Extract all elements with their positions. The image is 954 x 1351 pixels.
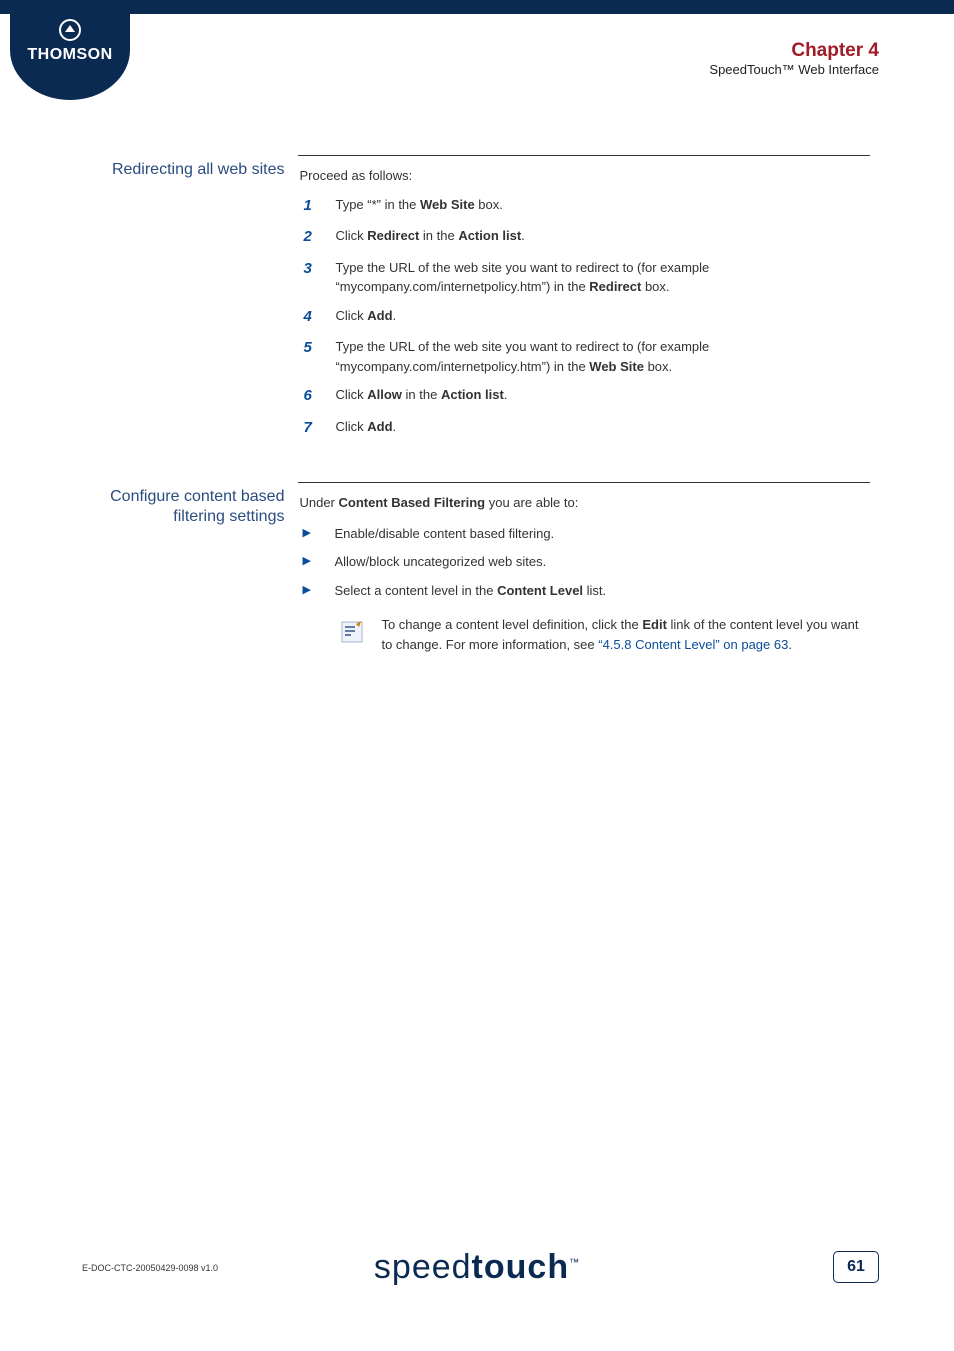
xref-content-level[interactable]: “4.5.8 Content Level” on page 63: [598, 637, 788, 652]
step-text: Click Add.: [334, 305, 867, 335]
section-body-cbf: Under Content Based Filtering you are ab…: [298, 483, 870, 659]
step-text: Type “*” in the Web Site box.: [334, 194, 867, 224]
bullet-arrow-icon: ▶: [301, 523, 331, 550]
section-heading-cbf: Configure content based filtering settin…: [90, 483, 298, 659]
chapter-subtitle: SpeedTouch™ Web Interface: [709, 62, 879, 77]
note-text: To change a content level definition, cl…: [380, 614, 867, 655]
step-number: 3: [301, 257, 332, 303]
brand-badge: THOMSON: [10, 0, 130, 100]
step-number: 5: [301, 336, 332, 382]
step-number: 2: [301, 225, 332, 255]
step-number: 1: [301, 194, 332, 224]
section1-intro: Proceed as follows:: [299, 166, 869, 186]
chapter-title: Chapter 4: [709, 40, 879, 62]
section-body-redirect: Proceed as follows: 1 Type “*” in the We…: [298, 156, 870, 449]
step-number: 6: [301, 384, 332, 414]
header-bar: [0, 0, 954, 14]
page-number: 61: [833, 1251, 879, 1283]
step-text: Click Redirect in the Action list.: [334, 225, 867, 255]
step-number: 4: [301, 305, 332, 335]
bullet-arrow-icon: ▶: [301, 551, 331, 578]
bullet-text: Select a content level in the Content Le…: [333, 580, 607, 607]
section-heading-redirect: Redirecting all web sites: [90, 156, 298, 449]
bullet-text: Allow/block uncategorized web sites.: [333, 551, 607, 578]
section2-intro: Under Content Based Filtering you are ab…: [299, 493, 869, 513]
product-logo: speedtouch™: [0, 1248, 954, 1287]
note-icon: [339, 619, 365, 645]
brand-ornament-icon: [58, 18, 82, 42]
step-text: Click Add.: [334, 416, 867, 446]
brand-name: THOMSON: [10, 46, 130, 64]
step-number: 7: [301, 416, 332, 446]
step-text: Click Allow in the Action list.: [334, 384, 867, 414]
bullet-arrow-icon: ▶: [301, 580, 331, 607]
step-text: Type the URL of the web site you want to…: [334, 336, 867, 382]
step-text: Type the URL of the web site you want to…: [334, 257, 867, 303]
bullet-text: Enable/disable content based filtering.: [333, 523, 607, 550]
chapter-header: Chapter 4 SpeedTouch™ Web Interface: [709, 40, 879, 77]
page-content: Redirecting all web sites Proceed as fol…: [90, 155, 870, 658]
